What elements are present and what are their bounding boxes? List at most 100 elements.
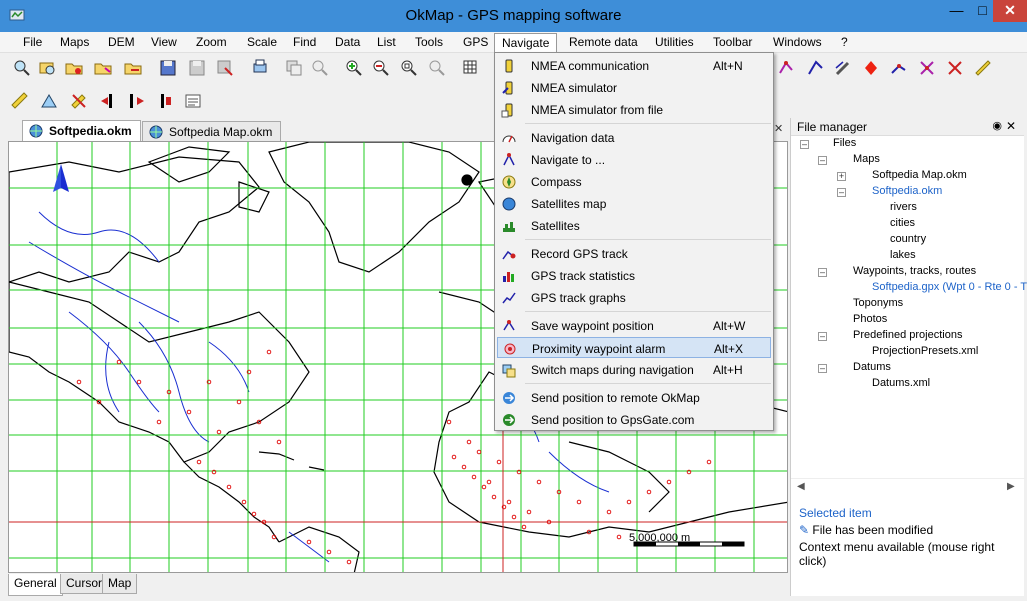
menu-find[interactable]: Find	[293, 34, 316, 52]
grid-icon[interactable]	[460, 57, 482, 79]
close-panel-icon[interactable]: ✕	[1006, 119, 1016, 133]
pin-icon[interactable]: ◉	[992, 119, 1002, 132]
menu-data[interactable]: Data	[335, 34, 360, 52]
ruler-measure-icon[interactable]	[9, 90, 31, 112]
menu-item-compass[interactable]: Compass	[497, 171, 771, 192]
waypoint-icon[interactable]	[860, 57, 882, 79]
close-button[interactable]: ✕	[993, 0, 1027, 22]
tree-node-maps[interactable]: Maps	[853, 153, 880, 165]
menu-item-navigate-to[interactable]: Navigate to ...	[497, 149, 771, 170]
menu-toolbar[interactable]: Toolbar	[713, 34, 752, 52]
menu-item-save-waypoint-position[interactable]: Save waypoint position Alt+W	[497, 315, 771, 336]
save-waypoints-icon[interactable]	[214, 57, 236, 79]
area-measure-icon[interactable]	[38, 90, 60, 112]
tree-node-projection-presets[interactable]: ProjectionPresets.xml	[872, 345, 978, 357]
menu-item-nmea-communication[interactable]: NMEA communication Alt+N	[497, 55, 771, 76]
search-map-icon[interactable]	[37, 57, 59, 79]
tab-softpedia-map-okm[interactable]: Softpedia Map.okm	[142, 121, 282, 142]
save-as-icon[interactable]	[186, 57, 208, 79]
menu-item-send-position-remote[interactable]: Send position to remote OkMap	[497, 387, 771, 408]
menu-help[interactable]: ?	[841, 34, 848, 52]
tree-node-country[interactable]: country	[890, 233, 926, 245]
tree-node-datums[interactable]: Datums	[853, 361, 891, 373]
nav-goto-icon[interactable]	[152, 90, 174, 112]
menu-item-switch-maps-navigation[interactable]: Switch maps during navigation Alt+H	[497, 359, 771, 380]
open-recent-icon[interactable]	[122, 57, 144, 79]
collapse-toggle-icon[interactable]: –	[818, 268, 827, 277]
tree-node-waypoints[interactable]: Waypoints, tracks, routes	[853, 265, 976, 277]
ruler-icon[interactable]	[972, 57, 994, 79]
nav-next-icon[interactable]	[125, 90, 147, 112]
collapse-toggle-icon[interactable]: –	[800, 140, 809, 149]
tree-node-softpedia-map-okm[interactable]: Softpedia Map.okm	[872, 169, 967, 181]
collapse-toggle-icon[interactable]: –	[818, 364, 827, 373]
menu-dem[interactable]: DEM	[108, 34, 135, 52]
file-tree[interactable]: – Files – Maps + Softpedia Map.okm – Sof…	[791, 136, 1027, 486]
tab-cursor[interactable]: Cursor	[60, 574, 109, 594]
edit-route-icon[interactable]	[916, 57, 938, 79]
tab-softpedia-okm[interactable]: Softpedia.okm	[22, 120, 141, 142]
tree-node-cities[interactable]: cities	[890, 217, 915, 229]
zoom-1to1-icon[interactable]	[426, 57, 448, 79]
track-point-icon[interactable]	[888, 57, 910, 79]
open-file-icon[interactable]	[92, 57, 114, 79]
expand-toggle-icon[interactable]: +	[837, 172, 846, 181]
menu-zoom[interactable]: Zoom	[196, 34, 227, 52]
menu-utilities[interactable]: Utilities	[655, 34, 694, 52]
tab-general[interactable]: General	[8, 574, 63, 596]
close-tab-icon[interactable]: ✕	[774, 122, 783, 135]
tree-node-predefined-projections[interactable]: Predefined projections	[853, 329, 962, 341]
menu-item-navigation-data[interactable]: Navigation data	[497, 127, 771, 148]
tab-map[interactable]: Map	[102, 574, 138, 594]
menu-windows[interactable]: Windows	[773, 34, 822, 52]
tree-node-softpedia-gpx[interactable]: Softpedia.gpx (Wpt 0 - Rte 0 - T	[872, 281, 1027, 293]
delete-route-icon[interactable]	[944, 57, 966, 79]
menu-remote-data[interactable]: Remote data	[569, 34, 638, 52]
tree-node-rivers[interactable]: rivers	[890, 201, 917, 213]
menu-item-proximity-waypoint-alarm[interactable]: Proximity waypoint alarm Alt+X	[497, 337, 771, 358]
menu-scale[interactable]: Scale	[247, 34, 277, 52]
menu-item-gps-track-graphs[interactable]: GPS track graphs	[497, 287, 771, 308]
collapse-toggle-icon[interactable]: –	[818, 332, 827, 341]
menu-item-satellites-map[interactable]: Satellites map	[497, 193, 771, 214]
tree-node-datums-xml[interactable]: Datums.xml	[872, 377, 930, 389]
open-folder-icon[interactable]	[63, 57, 85, 79]
print-icon[interactable]	[249, 57, 271, 79]
draw-route-icon[interactable]	[776, 57, 798, 79]
menu-tools[interactable]: Tools	[415, 34, 443, 52]
menu-list[interactable]: List	[377, 34, 396, 52]
menu-navigate[interactable]: Navigate	[494, 33, 558, 54]
scroll-right-icon[interactable]: ▶	[1007, 481, 1015, 492]
tree-node-toponyms[interactable]: Toponyms	[853, 297, 903, 309]
zoom-in-icon[interactable]	[343, 57, 365, 79]
zoom-disabled-icon[interactable]	[309, 57, 331, 79]
zoom-out-icon[interactable]	[370, 57, 392, 79]
menu-gps[interactable]: GPS	[463, 34, 488, 52]
scroll-left-icon[interactable]: ◀	[797, 481, 805, 492]
menu-item-nmea-simulator-file[interactable]: NMEA simulator from file	[497, 99, 771, 120]
menu-item-gps-track-statistics[interactable]: GPS track statistics	[497, 265, 771, 286]
collapse-toggle-icon[interactable]: –	[818, 156, 827, 165]
zoom-window-icon[interactable]	[398, 57, 420, 79]
menu-item-send-position-gpsgate[interactable]: Send position to GpsGate.com	[497, 409, 771, 430]
menu-view[interactable]: View	[151, 34, 177, 52]
collapse-toggle-icon[interactable]: –	[837, 188, 846, 197]
erase-measure-icon[interactable]	[68, 90, 90, 112]
nav-prev-icon[interactable]	[98, 90, 120, 112]
menu-item-record-gps-track[interactable]: Record GPS track	[497, 243, 771, 264]
menu-file[interactable]: File	[23, 34, 42, 52]
tree-node-photos[interactable]: Photos	[853, 313, 887, 325]
copy-icon[interactable]	[283, 57, 305, 79]
edit-track-icon[interactable]	[832, 57, 854, 79]
draw-track-icon[interactable]	[805, 57, 827, 79]
menu-maps[interactable]: Maps	[60, 34, 89, 52]
tree-node-files[interactable]: Files	[833, 137, 856, 149]
properties-icon[interactable]	[182, 90, 204, 112]
menu-item-satellites[interactable]: Satellites	[497, 215, 771, 236]
save-icon[interactable]	[157, 57, 179, 79]
menu-item-nmea-simulator[interactable]: NMEA simulator	[497, 77, 771, 98]
open-map-icon[interactable]	[11, 57, 33, 79]
minimize-button[interactable]: —	[942, 0, 971, 22]
tree-node-lakes[interactable]: lakes	[890, 249, 916, 261]
horizontal-scrollbar[interactable]: ◀ ▶	[791, 478, 1025, 495]
